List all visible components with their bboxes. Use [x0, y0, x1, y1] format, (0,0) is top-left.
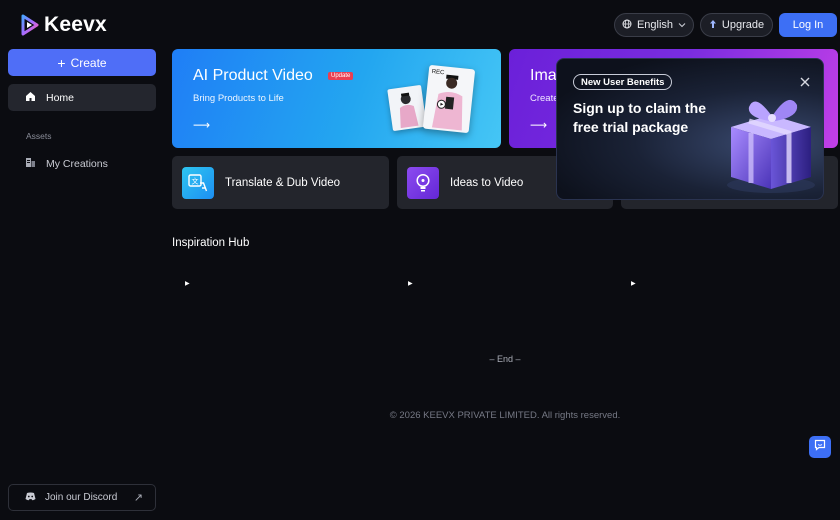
feature-translate-dub[interactable]: 文 Translate & Dub Video: [172, 156, 389, 209]
create-label: Create: [70, 55, 107, 70]
copyright-text: © 2026 KEEVX PRIVATE LIMITED. All rights…: [389, 410, 621, 421]
plus-icon: +: [57, 54, 66, 71]
product-photo-small: [387, 84, 427, 132]
feature-label: Ideas to Video: [450, 176, 524, 189]
new-user-benefits-popup[interactable]: New User Benefits Sign up to claim the f…: [556, 58, 824, 200]
sidebar-item-home[interactable]: Home: [8, 84, 156, 111]
upgrade-button[interactable]: Upgrade: [700, 13, 773, 37]
arrow-right-icon: ⟶: [193, 118, 211, 132]
rec-label: REC: [431, 69, 445, 76]
sidebar-item-label: Home: [46, 91, 75, 104]
feature-label: Translate & Dub Video: [225, 176, 341, 189]
creations-icon: [25, 157, 36, 171]
sidebar-item-label: My Creations: [46, 157, 108, 170]
upgrade-label: Upgrade: [721, 19, 765, 31]
logo-text: Keevx: [44, 13, 107, 36]
language-selector[interactable]: English: [614, 13, 694, 37]
logo[interactable]: Keevx: [20, 13, 107, 37]
external-link-icon: ↗: [133, 492, 143, 504]
gift-box-icon: [719, 85, 819, 197]
arrow-right-icon: ⟶: [530, 118, 548, 132]
chevron-down-icon: [678, 19, 686, 31]
inspiration-hub-title: Inspiration Hub: [172, 237, 250, 249]
play-icon[interactable]: ▶: [408, 280, 416, 288]
benefits-pill: New User Benefits: [573, 74, 673, 90]
upgrade-arrow-icon: [709, 19, 717, 32]
chat-support-button[interactable]: [809, 436, 831, 458]
banner-title: AI Product Video: [193, 67, 313, 84]
end-marker: – End –: [489, 354, 521, 364]
language-label: English: [636, 19, 674, 31]
discord-icon: [25, 492, 36, 504]
assets-section-label: Assets: [26, 131, 52, 141]
login-button[interactable]: Log In: [779, 13, 837, 37]
home-icon: [25, 91, 36, 105]
discord-button[interactable]: Join our Discord ↗: [8, 484, 156, 511]
popup-headline: Sign up to claim the free trial package: [573, 100, 707, 135]
svg-text:文: 文: [192, 176, 199, 185]
logo-mark-icon: [20, 14, 40, 36]
globe-icon: [622, 19, 632, 32]
banner-title: Ima: [530, 67, 557, 84]
discord-label: Join our Discord: [45, 492, 118, 503]
banner-subtitle: Create: [530, 93, 559, 104]
lightbulb-icon: [407, 166, 439, 199]
banner-subtitle: Bring Products to Life: [193, 93, 284, 104]
banner-ai-product-video[interactable]: AI Product Video Update Bring Products t…: [172, 49, 501, 148]
product-photo-large: REC: [422, 64, 476, 134]
chat-icon: [814, 438, 826, 456]
play-icon[interactable]: ▶: [185, 280, 193, 288]
play-icon[interactable]: ▶: [631, 280, 639, 288]
update-badge: Update: [328, 72, 354, 80]
create-button[interactable]: + Create: [8, 49, 156, 76]
translate-icon: 文: [182, 166, 214, 199]
sidebar-item-my-creations[interactable]: My Creations: [8, 151, 156, 176]
